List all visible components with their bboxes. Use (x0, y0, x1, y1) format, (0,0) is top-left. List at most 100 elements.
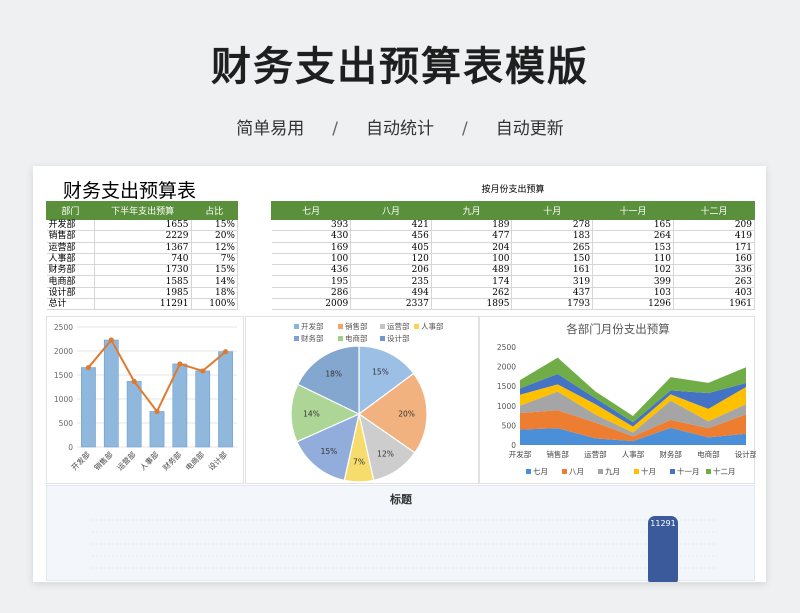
table-cell: 1730 (94, 264, 192, 277)
table-row: 393 421 189 278 165 209 (271, 219, 755, 232)
bar (218, 351, 233, 448)
sheet-title: 财务支出预算表 (63, 180, 197, 202)
x-tick-label: 电商部 (697, 449, 720, 459)
table-row: 286 494 262 437 103 403 (271, 287, 755, 300)
table-cell: 169 (271, 242, 352, 254)
table-cell: 740 (94, 253, 192, 266)
legend-swatch (562, 469, 567, 474)
y-tick-label: 2500 (54, 323, 73, 332)
table-cell: 15% (191, 264, 238, 277)
chart-title: 各部门月份支出预算 (566, 322, 670, 336)
chart-title: 标题 (389, 492, 413, 506)
table-cell: 494 (350, 287, 432, 300)
y-tick-label: 0 (68, 443, 73, 452)
line-point (200, 368, 206, 374)
table-cell: 1985 (94, 287, 192, 300)
bar-line-chart: 0 500 1000 1500 2000 2500 开发部 销售部 运营部 人事部 财务部 电商部 设计… (46, 316, 244, 484)
line-point (85, 364, 92, 371)
column-header: 下半年支出预算 (93, 201, 192, 220)
table-row: 195 235 174 319 399 263 (271, 275, 755, 288)
table-cell: 2229 (94, 230, 192, 243)
slice-label: 7% (353, 458, 365, 467)
table-cell: 100 (271, 253, 352, 266)
table-cell: 437 (511, 287, 594, 300)
y-tick-label: 1000 (54, 395, 73, 404)
slice-label: 18% (325, 370, 342, 379)
table-cell: 171 (673, 242, 755, 254)
table-cell: 财务部 (46, 264, 95, 277)
x-tick-label: 运营部 (115, 449, 138, 472)
table-cell: 265 (511, 242, 594, 254)
y-tick-label: 2000 (497, 363, 516, 372)
y-tick-label: 2000 (54, 347, 73, 356)
slice-label: 15% (321, 447, 338, 456)
y-tick-label: 500 (502, 421, 517, 430)
bar (126, 381, 142, 448)
table-cell: 489 (431, 264, 513, 277)
line-point (131, 378, 137, 384)
table-cell: 120 (350, 253, 432, 266)
table-cell: 7% (191, 253, 238, 266)
legend-label: 设计部 (387, 333, 410, 343)
table-cell: 204 (431, 242, 513, 254)
x-tick-label: 运营部 (584, 449, 607, 459)
y-tick-label: 0 (511, 441, 516, 450)
x-tick-label: 人事部 (137, 449, 160, 472)
table-cell: 设计部 (46, 287, 95, 300)
table-cell: 160 (673, 253, 755, 266)
table-row: 169 405 204 265 153 171 (271, 242, 755, 254)
table-cell: 174 (431, 275, 513, 288)
table-cell: 1655 (94, 219, 192, 232)
bar-line-chart-svg: 0 500 1000 1500 2000 2500 开发部 销售部 运营部 人事部 财务部 电商部 设计… (54, 323, 237, 472)
x-tick-label: 设计部 (735, 449, 756, 459)
table-cell: 1961 (673, 298, 755, 311)
table-cell: 336 (673, 264, 755, 277)
legend-swatch (380, 336, 385, 341)
tag-easy: 简单易用 (236, 119, 305, 139)
bar (149, 411, 165, 448)
legend-label: 运营部 (387, 321, 410, 331)
total-chart: 标题 11291 (46, 485, 755, 586)
table-cell: 2009 (271, 298, 352, 311)
line-point (177, 361, 183, 367)
column-header: 十月 (511, 201, 594, 220)
legend-label: 开发部 (301, 321, 324, 331)
legend-label: 人事部 (421, 321, 444, 331)
x-tick-label: 财务部 (160, 449, 183, 472)
table-cell: 人事部 (46, 253, 95, 266)
x-tick-label: 销售部 (546, 449, 569, 459)
y-tick-label: 1500 (54, 371, 73, 380)
table-cell: 399 (592, 275, 674, 288)
legend-label: 九月 (605, 467, 620, 476)
y-tick-label: 1500 (497, 382, 516, 391)
y-tick-label: 500 (59, 419, 74, 428)
legend-swatch (670, 469, 675, 474)
slice-label: 15% (372, 367, 389, 376)
table-cell: 403 (673, 287, 755, 300)
x-tick-label: 电商部 (183, 449, 206, 472)
legend-label: 十二月 (713, 466, 736, 476)
line-point (108, 337, 114, 343)
table-cell: 销售部 (46, 230, 95, 243)
table-cell: 开发部 (46, 219, 95, 232)
legend-label: 财务部 (301, 333, 324, 343)
table-cell: 421 (350, 219, 432, 232)
table-cell: 477 (431, 230, 513, 243)
table-cell: 102 (592, 264, 674, 277)
legend-swatch (414, 324, 419, 329)
pie-chart-svg: 开发部 销售部 运营部 人事部财务部 电商部 设计部 15% 20% 12% 7% 15% 14% 18… (290, 321, 444, 483)
table-cell: 100 (431, 253, 513, 266)
table-cell: 11291 (94, 298, 192, 311)
slice-label: 12% (377, 450, 394, 459)
table-cell: 100% (191, 298, 238, 311)
table-row: 人事部 740 7% (46, 253, 238, 266)
table-row: 财务部 1730 15% (46, 264, 238, 277)
x-tick-label: 设计部 (206, 449, 229, 472)
tag-auto-update: 自动更新 (495, 119, 564, 139)
month-table: 七月 八月 九月 十月 十一月 十二月 393 421 189 278 165 209 430 456 4… (270, 201, 755, 311)
table-cell: 1367 (94, 242, 192, 254)
legend-swatch (706, 469, 711, 474)
bar (81, 367, 96, 448)
table-cell: 1895 (431, 298, 513, 311)
table-cell: 1296 (592, 298, 674, 311)
